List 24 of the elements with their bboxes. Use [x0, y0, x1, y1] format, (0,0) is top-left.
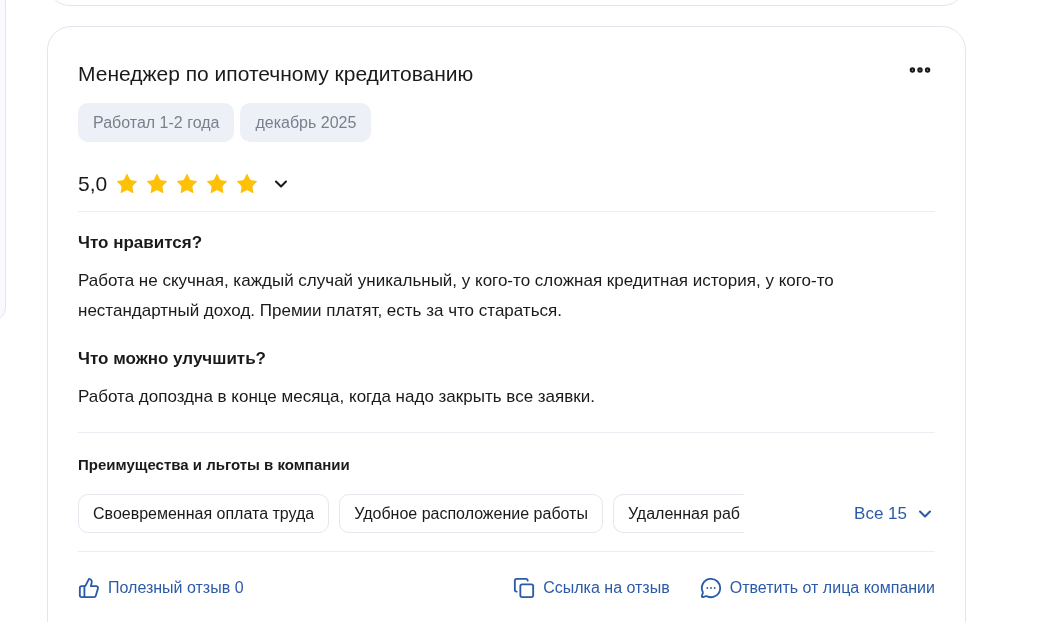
tag: декабрь 2025	[240, 103, 372, 142]
benefits-heading: Преимущества и льготы в компании	[78, 455, 351, 475]
star-icon	[235, 172, 260, 196]
copy-icon	[513, 577, 536, 599]
star-icon	[115, 172, 140, 196]
review-text: Работа не скучная, каждый случай уникальный, у кого-то сложная кредитная история, у кого-то нестандартный доход. Премии платят, есть за что стараться.	[78, 270, 835, 322]
benefit-chip: Удобное расположение работы	[339, 494, 603, 533]
tag: Работал 1-2 года	[78, 103, 235, 142]
benefit-chip: Своевременная оплата труда	[78, 494, 330, 533]
star-icon	[145, 172, 170, 196]
thumbs-up-icon	[78, 577, 100, 599]
copy-link-button[interactable]: Ссылка на отзыв	[513, 576, 670, 600]
helpful-button[interactable]: Полезный отзыв 0	[78, 576, 244, 600]
section-heading: Что нравится?	[78, 232, 204, 254]
reply-button[interactable]: Ответить от лица компании	[699, 576, 935, 600]
star-icon	[205, 172, 230, 196]
benefit-chip: Удаленная раб	[612, 494, 744, 533]
show-all-button[interactable]: Все 15	[854, 500, 935, 527]
section-heading: Что можно улучшить?	[78, 348, 267, 370]
rating-value: 5,0	[78, 171, 108, 198]
review-title: Менеджер по ипотечному кредитованию	[78, 61, 474, 87]
star-icon	[175, 172, 200, 196]
review-text: Работа допоздна в конце месяца, когда надо закрыть все заявки.	[78, 386, 596, 408]
speech-bubble-icon	[699, 577, 722, 599]
